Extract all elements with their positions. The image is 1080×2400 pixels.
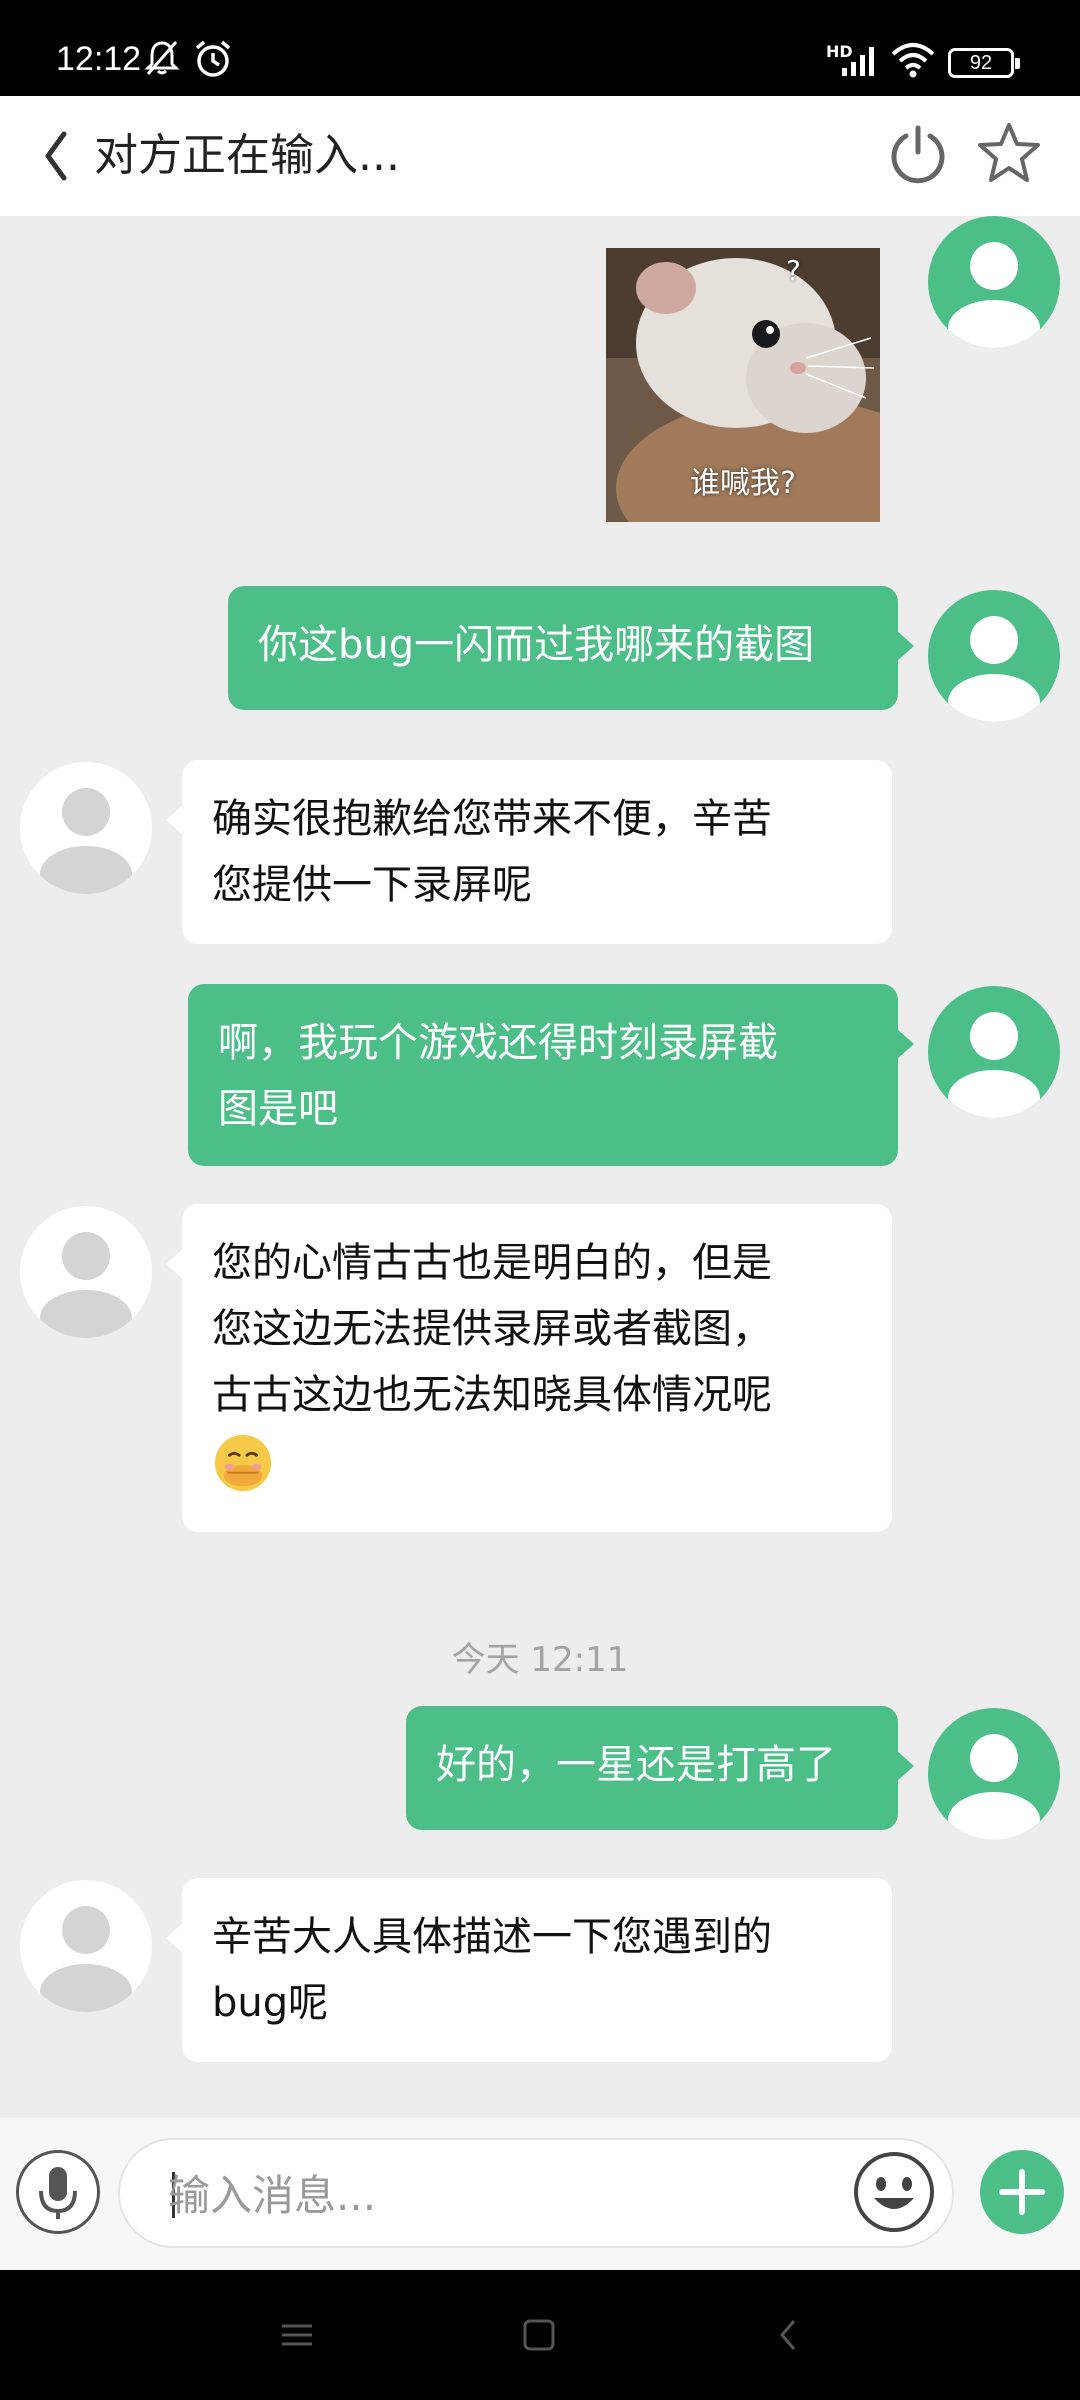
message-line: 您提供一下录屏呢 bbox=[212, 862, 532, 908]
my-avatar[interactable] bbox=[928, 1708, 1060, 1840]
message-text: 你这bug一闪而过我哪来的截图 bbox=[258, 622, 815, 668]
message-line: 辛苦大人具体描述一下您遇到的 bbox=[212, 1914, 772, 1960]
user-avatar-icon bbox=[948, 1734, 1040, 1840]
my-avatar[interactable] bbox=[928, 590, 1060, 722]
back-chevron-icon[interactable] bbox=[30, 124, 80, 188]
my-message-bubble[interactable]: 好的，一星还是打高了 bbox=[406, 1706, 914, 1830]
message-text: 好的，一星还是打高了 bbox=[436, 1742, 836, 1788]
message-line: 您这边无法提供录屏或者截图， bbox=[212, 1306, 772, 1352]
hand-over-mouth-emoji-icon bbox=[214, 1434, 272, 1492]
message-line: 您的心情古古也是明白的，但是 bbox=[212, 1240, 772, 1286]
status-time: 12:12 bbox=[56, 40, 142, 78]
user-avatar-icon bbox=[948, 1012, 1040, 1118]
chat-area[interactable]: ? 谁喊我? 你这bug一闪而过我哪来的截图 确实很抱歉给您带来不便，辛苦 您提… bbox=[0, 216, 1080, 2118]
agent-avatar[interactable] bbox=[20, 1206, 152, 1338]
status-bar: 12:12 HD 92 bbox=[0, 0, 1080, 96]
user-avatar-icon bbox=[948, 242, 1040, 348]
mute-notification-icon bbox=[144, 41, 180, 75]
agent-avatar[interactable] bbox=[20, 1880, 152, 2012]
battery-indicator: 92 bbox=[948, 48, 1020, 78]
menu-icon[interactable] bbox=[272, 2310, 322, 2360]
message-line: 图是吧 bbox=[218, 1086, 338, 1132]
alarm-icon bbox=[195, 40, 231, 77]
agent-avatar[interactable] bbox=[20, 762, 152, 894]
my-avatar[interactable] bbox=[928, 986, 1060, 1118]
chat-header: 对方正在输入... bbox=[0, 96, 1080, 216]
message-line: 确实很抱歉给您带来不便，辛苦 bbox=[212, 796, 772, 842]
message-input[interactable] bbox=[168, 2162, 828, 2228]
voice-button[interactable] bbox=[16, 2150, 100, 2234]
my-avatar[interactable] bbox=[928, 216, 1060, 348]
sticker-question-mark: ? bbox=[786, 254, 801, 287]
system-nav-bar bbox=[0, 2270, 1080, 2400]
user-avatar-icon bbox=[40, 1906, 132, 2012]
my-message-bubble[interactable]: 啊，我玩个游戏还得时刻录屏截 图是吧 bbox=[188, 984, 914, 1166]
message-input-bar bbox=[0, 2118, 1080, 2270]
power-icon[interactable] bbox=[886, 122, 950, 186]
message-line: 啊，我玩个游戏还得时刻录屏截 bbox=[218, 1020, 778, 1066]
user-avatar-icon bbox=[948, 616, 1040, 722]
user-avatar-icon bbox=[40, 788, 132, 894]
sticker-image[interactable]: ? 谁喊我? bbox=[606, 248, 880, 522]
wifi-icon bbox=[891, 43, 935, 78]
plus-icon bbox=[999, 2169, 1045, 2215]
signal-icon bbox=[842, 47, 874, 76]
user-avatar-icon bbox=[40, 1232, 132, 1338]
message-input-container[interactable] bbox=[118, 2138, 954, 2248]
agent-message-bubble[interactable]: 您的心情古古也是明白的，但是 您这边无法提供录屏或者截图， 古古这边也无法知晓具… bbox=[166, 1204, 892, 1532]
add-attachment-button[interactable] bbox=[980, 2150, 1064, 2234]
mic-icon bbox=[39, 2167, 77, 2219]
message-line: bug呢 bbox=[212, 1980, 329, 2026]
home-icon[interactable] bbox=[514, 2310, 564, 2360]
back-icon[interactable] bbox=[764, 2310, 814, 2360]
message-line: 古古这边也无法知晓具体情况呢 bbox=[212, 1372, 772, 1418]
emoji-icon[interactable] bbox=[852, 2150, 936, 2234]
chat-timestamp: 今天 12:11 bbox=[451, 1640, 629, 1680]
page-title: 对方正在输入... bbox=[94, 130, 400, 181]
my-message-bubble[interactable]: 你这bug一闪而过我哪来的截图 bbox=[228, 586, 914, 710]
sticker-caption: 谁喊我? bbox=[690, 466, 796, 501]
agent-message-bubble[interactable]: 确实很抱歉给您带来不便，辛苦 您提供一下录屏呢 bbox=[166, 760, 892, 944]
agent-message-bubble[interactable]: 辛苦大人具体描述一下您遇到的 bug呢 bbox=[166, 1878, 892, 2062]
star-icon[interactable] bbox=[976, 120, 1042, 186]
